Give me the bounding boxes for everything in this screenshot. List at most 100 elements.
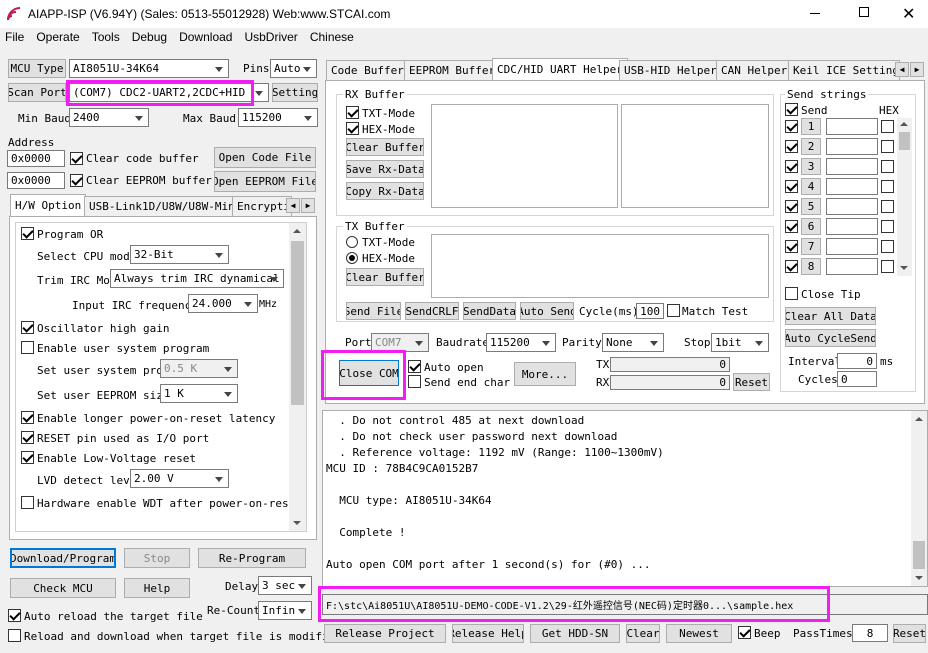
- osc-high-gain-checkbox[interactable]: [21, 321, 34, 334]
- send-row-checkbox[interactable]: [785, 200, 798, 213]
- file-path-field[interactable]: F:\stc\Ai8051U\AI8051U-DEMO-CODE-V1.2\29…: [322, 594, 928, 615]
- parity-select[interactable]: None: [602, 333, 664, 352]
- send-row-input[interactable]: [826, 218, 878, 235]
- auto-open-checkbox[interactable]: [408, 360, 421, 373]
- rx-txt-mode-checkbox[interactable]: [346, 106, 359, 119]
- tab-uart-helper[interactable]: CDC/HID UART Helper: [492, 58, 628, 80]
- delay-select[interactable]: 3 sec: [258, 576, 312, 595]
- reload-download-checkbox[interactable]: [8, 629, 21, 642]
- rx-clear-buffer-button[interactable]: Clear Buffer: [346, 138, 424, 156]
- send-row-button[interactable]: 4: [801, 178, 821, 195]
- send-data-button[interactable]: SendData: [463, 302, 516, 320]
- get-hdd-sn-button[interactable]: Get HDD-SN: [530, 624, 620, 643]
- low-voltage-checkbox[interactable]: [21, 451, 34, 464]
- open-code-button[interactable]: Open Code File: [214, 147, 316, 168]
- maximize-icon[interactable]: [859, 7, 869, 17]
- stop-bits-select[interactable]: 1bit: [711, 333, 769, 352]
- reset-counters-button[interactable]: Reset: [733, 373, 770, 391]
- send-row-hex-checkbox[interactable]: [881, 240, 894, 253]
- close-icon[interactable]: ✕: [902, 4, 915, 23]
- eeprom-address-input[interactable]: 0x0000: [7, 172, 65, 189]
- tab-scroll-left[interactable]: ◀: [286, 198, 300, 213]
- close-com-button[interactable]: Close COM: [339, 360, 399, 386]
- wdt-checkbox[interactable]: [21, 496, 34, 509]
- stop-button[interactable]: Stop: [124, 548, 190, 568]
- pins-select[interactable]: Auto: [270, 59, 317, 78]
- tx-txt-mode-radio[interactable]: [346, 236, 358, 248]
- send-row-hex-checkbox[interactable]: [881, 220, 894, 233]
- reset-io-checkbox[interactable]: [21, 431, 34, 444]
- send-row-checkbox[interactable]: [785, 140, 798, 153]
- auto-send-button[interactable]: Auto Send: [520, 302, 574, 320]
- send-row-input[interactable]: [826, 198, 878, 215]
- menu-download[interactable]: Download: [179, 30, 232, 48]
- menu-operate[interactable]: Operate: [36, 30, 79, 48]
- help-button[interactable]: Help: [124, 578, 190, 598]
- lvd-level-select[interactable]: 2.00 V: [130, 469, 229, 488]
- send-row-button[interactable]: 6: [801, 218, 821, 235]
- menu-chinese[interactable]: Chinese: [310, 30, 354, 48]
- send-row-input[interactable]: [826, 258, 878, 275]
- right-tab-scroll-left[interactable]: ◀: [895, 62, 909, 77]
- send-end-char-checkbox[interactable]: [408, 375, 421, 388]
- send-row-hex-checkbox[interactable]: [881, 260, 894, 273]
- send-row-button[interactable]: 3: [801, 158, 821, 175]
- user-sys-prog-select[interactable]: 0.5 K: [160, 359, 238, 378]
- menu-debug[interactable]: Debug: [132, 30, 167, 48]
- send-row-button[interactable]: 8: [801, 258, 821, 275]
- tab-code-buffer[interactable]: Code Buffer: [326, 60, 409, 80]
- mcu-type-button[interactable]: MCU Type: [8, 59, 66, 78]
- rx-hex-area[interactable]: [621, 104, 769, 208]
- close-tip-checkbox[interactable]: [785, 287, 798, 300]
- save-rx-button[interactable]: Save Rx-Data: [346, 160, 424, 178]
- tab-scroll-right[interactable]: ▶: [301, 198, 315, 213]
- copy-rx-button[interactable]: Copy Rx-Data: [346, 182, 424, 200]
- max-baud-select[interactable]: 115200: [238, 108, 318, 127]
- menu-file[interactable]: File: [5, 30, 24, 48]
- send-row-checkbox[interactable]: [785, 180, 798, 193]
- clear-all-data-button[interactable]: Clear All Data: [785, 307, 876, 325]
- send-row-button[interactable]: 5: [801, 198, 821, 215]
- irc-mode-select[interactable]: Always trim IRC dynamical: [110, 269, 284, 288]
- rx-text-area[interactable]: [431, 104, 618, 208]
- port-select[interactable]: (COM7) CDC2-UART2,2CDC+HID: [69, 83, 269, 102]
- newest-button[interactable]: Newest: [666, 624, 732, 643]
- tab-can-helper[interactable]: CAN Helper: [716, 60, 793, 80]
- menu-tools[interactable]: Tools: [92, 30, 120, 48]
- send-row-input[interactable]: [826, 178, 878, 195]
- send-row-input[interactable]: [826, 238, 878, 255]
- send-row-hex-checkbox[interactable]: [881, 160, 894, 173]
- send-row-input[interactable]: [826, 158, 878, 175]
- code-address-input[interactable]: 0x0000: [7, 150, 65, 167]
- irc-frequency-select[interactable]: 24.000: [188, 294, 258, 313]
- eeprom-size-select[interactable]: 1 K: [160, 384, 238, 403]
- send-crlf-button[interactable]: SendCRLF: [405, 302, 459, 320]
- download-program-button[interactable]: Download/Program: [10, 548, 116, 568]
- send-row-checkbox[interactable]: [785, 160, 798, 173]
- tx-hex-mode-radio[interactable]: [346, 252, 358, 264]
- send-row-button[interactable]: 7: [801, 238, 821, 255]
- cycle-input[interactable]: 100: [636, 303, 664, 319]
- tab-encryption[interactable]: Encrypti: [232, 196, 292, 216]
- rx-hex-mode-checkbox[interactable]: [346, 122, 359, 135]
- send-row-hex-checkbox[interactable]: [881, 180, 894, 193]
- program-or-checkbox[interactable]: [21, 227, 34, 240]
- send-row-checkbox[interactable]: [785, 260, 798, 273]
- check-mcu-button[interactable]: Check MCU: [10, 578, 116, 598]
- cycles-input[interactable]: 0: [837, 371, 877, 387]
- send-strings-scrollbar[interactable]: [897, 118, 912, 276]
- log-output[interactable]: . Do not control 485 at next download . …: [322, 410, 928, 587]
- minimize-icon[interactable]: [810, 13, 820, 14]
- tx-text-area[interactable]: [431, 234, 769, 298]
- auto-cycle-send-button[interactable]: Auto CycleSend: [785, 329, 876, 347]
- clear-code-checkbox[interactable]: [70, 152, 83, 165]
- auto-reload-checkbox[interactable]: [8, 609, 21, 622]
- send-row-input[interactable]: [826, 118, 878, 135]
- send-row-button[interactable]: 2: [801, 138, 821, 155]
- com-port-select[interactable]: COM7: [371, 333, 429, 352]
- send-row-hex-checkbox[interactable]: [881, 120, 894, 133]
- user-system-checkbox[interactable]: [21, 341, 34, 354]
- tab-keil-ice[interactable]: Keil ICE Settings: [788, 60, 906, 80]
- options-scrollbar[interactable]: [289, 223, 306, 531]
- reprogram-button[interactable]: Re-Program: [198, 548, 306, 568]
